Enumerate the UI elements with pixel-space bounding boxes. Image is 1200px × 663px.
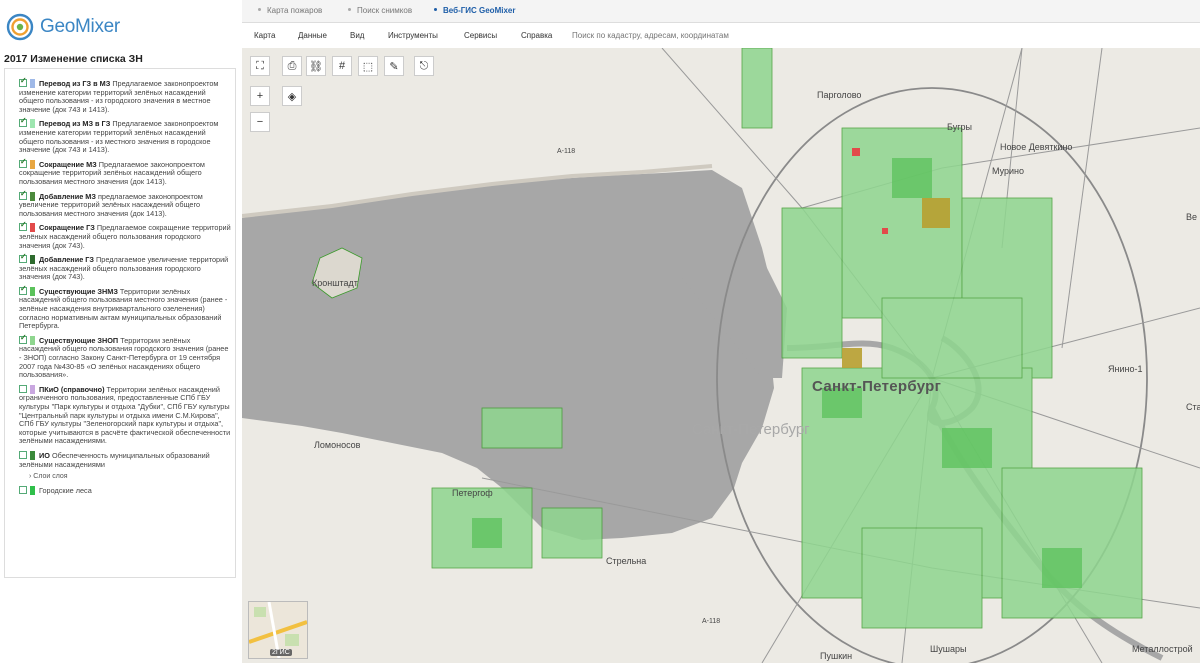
layer-checkbox[interactable] xyxy=(19,486,27,495)
map-label: Ста xyxy=(1186,402,1200,412)
left-panel: GeoMixer 2017 Изменение списка ЗН Перево… xyxy=(0,0,240,663)
layer-item[interactable]: Существующие ЗНМЗ Территории зелёных нас… xyxy=(19,285,231,331)
project-title: 2017 Изменение списка ЗН xyxy=(4,53,143,65)
logo-text: GeoMixer xyxy=(40,16,120,37)
map-label: Шушары xyxy=(930,644,967,654)
layer-description: Территории зелёных насаждений ограниченн… xyxy=(19,384,231,446)
share-button[interactable]: ⎋ xyxy=(414,56,434,76)
tab-dot-icon xyxy=(434,8,437,11)
geomixer-logo[interactable]: GeoMixer xyxy=(6,10,120,44)
draw-button[interactable]: ✎ xyxy=(384,56,404,76)
map-label: Стрельна xyxy=(606,556,647,566)
layer-item[interactable]: Сокращение МЗ Предлагаемое законопроекто… xyxy=(19,158,231,187)
layer-item-forests[interactable]: Городские леса xyxy=(19,486,231,496)
layer-item[interactable]: ИО Обеспеченность муниципальных образова… xyxy=(19,450,231,469)
layer-name: Городские леса xyxy=(39,486,92,496)
layer-item[interactable]: Добавление ГЗ Предлагаемое увеличение те… xyxy=(19,253,231,282)
menu-bar: Карта Данные Вид Инструменты Сервисы Спр… xyxy=(242,23,1200,49)
map-label: Мурино xyxy=(992,166,1025,176)
layer-item[interactable]: ПКиО (справочно) Территории зелёных наса… xyxy=(19,384,231,446)
map-label-city: Санкт-Петербург xyxy=(812,378,942,395)
map-label: Кронштадт xyxy=(312,278,358,288)
tab-fire-map[interactable]: Карта пожаров xyxy=(258,6,322,15)
layers-button[interactable]: ◈ xyxy=(282,86,302,106)
menu-map[interactable]: Карта xyxy=(254,31,275,40)
zoom-out-button[interactable]: − xyxy=(250,112,270,132)
menu-help[interactable]: Справка xyxy=(521,31,552,40)
search-input[interactable] xyxy=(568,26,1200,44)
layer-checkbox[interactable] xyxy=(19,117,27,128)
road-label: А-118 xyxy=(702,618,721,625)
layer-checkbox[interactable] xyxy=(19,190,27,200)
fullscreen-button[interactable]: ⛶ xyxy=(250,56,270,76)
tab-geomixer[interactable]: Веб-ГИС GeoMixer xyxy=(434,6,515,15)
map-label: Бугры xyxy=(947,122,972,132)
layer-item[interactable]: Сокращение ГЗ Предлагаемое сокращение те… xyxy=(19,221,231,250)
layer-checkbox[interactable] xyxy=(19,253,27,264)
tab-dot-icon xyxy=(348,8,351,11)
map-label: Новое Девяткино xyxy=(1000,142,1073,152)
tab-image-search[interactable]: Поиск снимков xyxy=(348,6,412,15)
map-label: Парголово xyxy=(817,90,862,100)
select-button[interactable]: ⬚ xyxy=(358,56,378,76)
geomixer-logo-icon xyxy=(6,13,34,41)
layer-checkbox[interactable] xyxy=(19,158,27,168)
map-label: Санкт-Петербург xyxy=(692,421,810,438)
layer-checkbox[interactable] xyxy=(19,334,27,344)
menu-data[interactable]: Данные xyxy=(298,31,327,40)
map-label: Пушкин xyxy=(820,651,853,661)
layer-item[interactable]: Добавление МЗ предлагаемое законопроекто… xyxy=(19,190,231,219)
layer-checkbox[interactable] xyxy=(19,221,27,232)
map-canvas[interactable] xyxy=(242,48,1200,663)
layer-checkbox[interactable] xyxy=(19,384,27,393)
map-label: Ве xyxy=(1186,212,1198,222)
layer-item[interactable]: Перевод из ГЗ в МЗ Предлагаемое законопр… xyxy=(19,77,231,114)
print-button[interactable]: ⎙ xyxy=(282,56,302,76)
layer-color-swatch xyxy=(30,486,35,496)
layer-tree: Перевод из ГЗ в МЗ Предлагаемое законопр… xyxy=(4,68,236,578)
gulf-of-finland xyxy=(242,170,777,540)
map-label: Янино-1 xyxy=(1108,364,1143,374)
layer-item[interactable]: Перевод из МЗ в ГЗ Предлагаемое законопр… xyxy=(19,117,231,154)
map-label: Ломоносов xyxy=(314,440,361,450)
map-label: Петергоф xyxy=(452,488,493,498)
layer-checkbox[interactable] xyxy=(19,285,27,295)
link-button[interactable]: ⛓ xyxy=(306,56,326,76)
tab-bar: Карта пожаров Поиск снимков Веб-ГИС GeoM… xyxy=(242,0,1200,23)
menu-tools[interactable]: Инструменты xyxy=(388,31,438,40)
menu-services[interactable]: Сервисы xyxy=(464,31,497,40)
minimap-basemap-switch[interactable]: 2ГИС xyxy=(248,601,308,659)
grid-button[interactable]: # xyxy=(332,56,352,76)
map-label: Металлострой xyxy=(1132,644,1193,654)
layer-checkbox[interactable] xyxy=(19,450,27,459)
minimap-label: 2ГИС xyxy=(270,649,292,656)
zoom-in-button[interactable]: + xyxy=(250,86,270,106)
map-view[interactable]: ⛶ ⎙ ⛓ # ⬚ ✎ ⎋ + ◈ − Парголово Бугры Ново… xyxy=(242,48,1200,663)
menu-view[interactable]: Вид xyxy=(350,31,364,40)
tab-dot-icon xyxy=(258,8,261,11)
layer-item[interactable]: Существующие ЗНОП Территории зелёных нас… xyxy=(19,334,231,380)
road-label: А-118 xyxy=(557,148,576,155)
layer-checkbox[interactable] xyxy=(19,77,27,87)
sublayer-link[interactable]: › Слои слоя xyxy=(29,473,231,480)
